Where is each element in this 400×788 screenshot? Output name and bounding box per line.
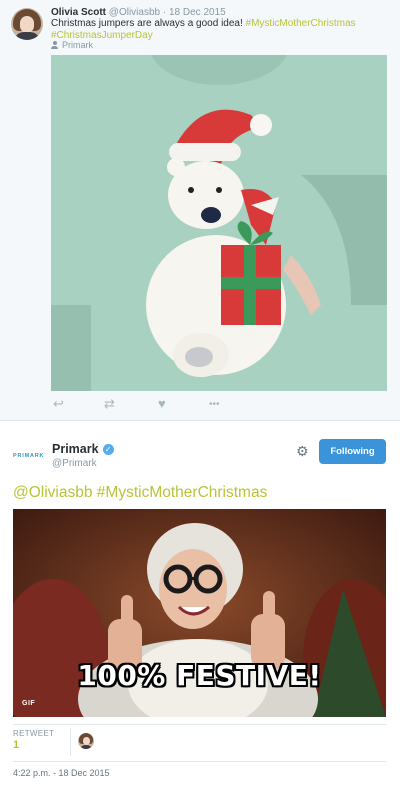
gif-caption: 100% FESTIVE! (77, 659, 322, 692)
account-name[interactable]: Primark ✓ (52, 442, 114, 456)
user-name[interactable]: Olivia Scott (51, 7, 106, 18)
tweet-date[interactable]: 18 Dec 2015 (169, 7, 226, 18)
avatar-face (82, 737, 90, 745)
tweet-text: Christmas jumpers are always a good idea… (51, 18, 381, 42)
source-account-name: Primark (62, 40, 93, 50)
christmas-jumper-image (51, 55, 387, 391)
hashtag-link[interactable]: #MysticMotherChristmas (246, 18, 356, 29)
tweet-photo[interactable] (51, 55, 387, 391)
gear-icon[interactable]: ⚙ (296, 444, 309, 458)
avatar-shoulders (14, 32, 40, 40)
tweet-actions: ↩ ⇄ ♥ ••• (51, 396, 251, 414)
mention-link[interactable]: @Oliviasbb (13, 484, 92, 501)
avatar-face (20, 16, 34, 33)
user-handle[interactable]: @Oliviasbb (109, 7, 160, 18)
heart-icon[interactable]: ♥ (158, 396, 166, 411)
source-account[interactable]: Primark (51, 40, 93, 50)
hashtag-link[interactable]: #MysticMotherChristmas (97, 484, 268, 501)
retweet-label: RETWEET (13, 729, 55, 738)
tweet-timestamp[interactable]: 4:22 p.m. - 18 Dec 2015 (13, 768, 110, 778)
account-handle[interactable]: @Primark (52, 458, 97, 469)
tweet-body: Christmas jumpers are always a good idea… (51, 18, 246, 29)
retweet-count[interactable]: 1 (13, 739, 19, 751)
retweeter-avatar[interactable] (78, 733, 94, 749)
tweet-gif[interactable]: 100% FESTIVE! GIF (13, 509, 386, 717)
reply-tweet[interactable]: Olivia Scott @Oliviasbb · 18 Dec 2015 Ch… (0, 0, 400, 420)
following-button[interactable]: Following (319, 439, 386, 464)
primark-logo[interactable]: PRIMARK (13, 450, 45, 462)
header-separator: · (162, 7, 167, 18)
reply-icon[interactable]: ↩ (53, 396, 64, 412)
retweet-icon[interactable]: ⇄ (104, 396, 115, 412)
avatar[interactable] (11, 8, 43, 40)
user-icon (51, 41, 58, 49)
main-tweet: PRIMARK Primark ✓ @Primark ⚙ Following @… (0, 421, 400, 788)
stats-divider (13, 724, 386, 725)
stats-divider (13, 761, 386, 762)
account-name-text: Primark (52, 442, 99, 456)
gif-badge: GIF (22, 700, 36, 707)
tweet-text: @Oliviasbb #MysticMotherChristmas (13, 484, 267, 502)
more-icon[interactable]: ••• (209, 399, 220, 410)
verified-icon: ✓ (102, 443, 114, 455)
avatar-shoulders (80, 745, 92, 749)
stats-vertical-divider (70, 728, 71, 756)
